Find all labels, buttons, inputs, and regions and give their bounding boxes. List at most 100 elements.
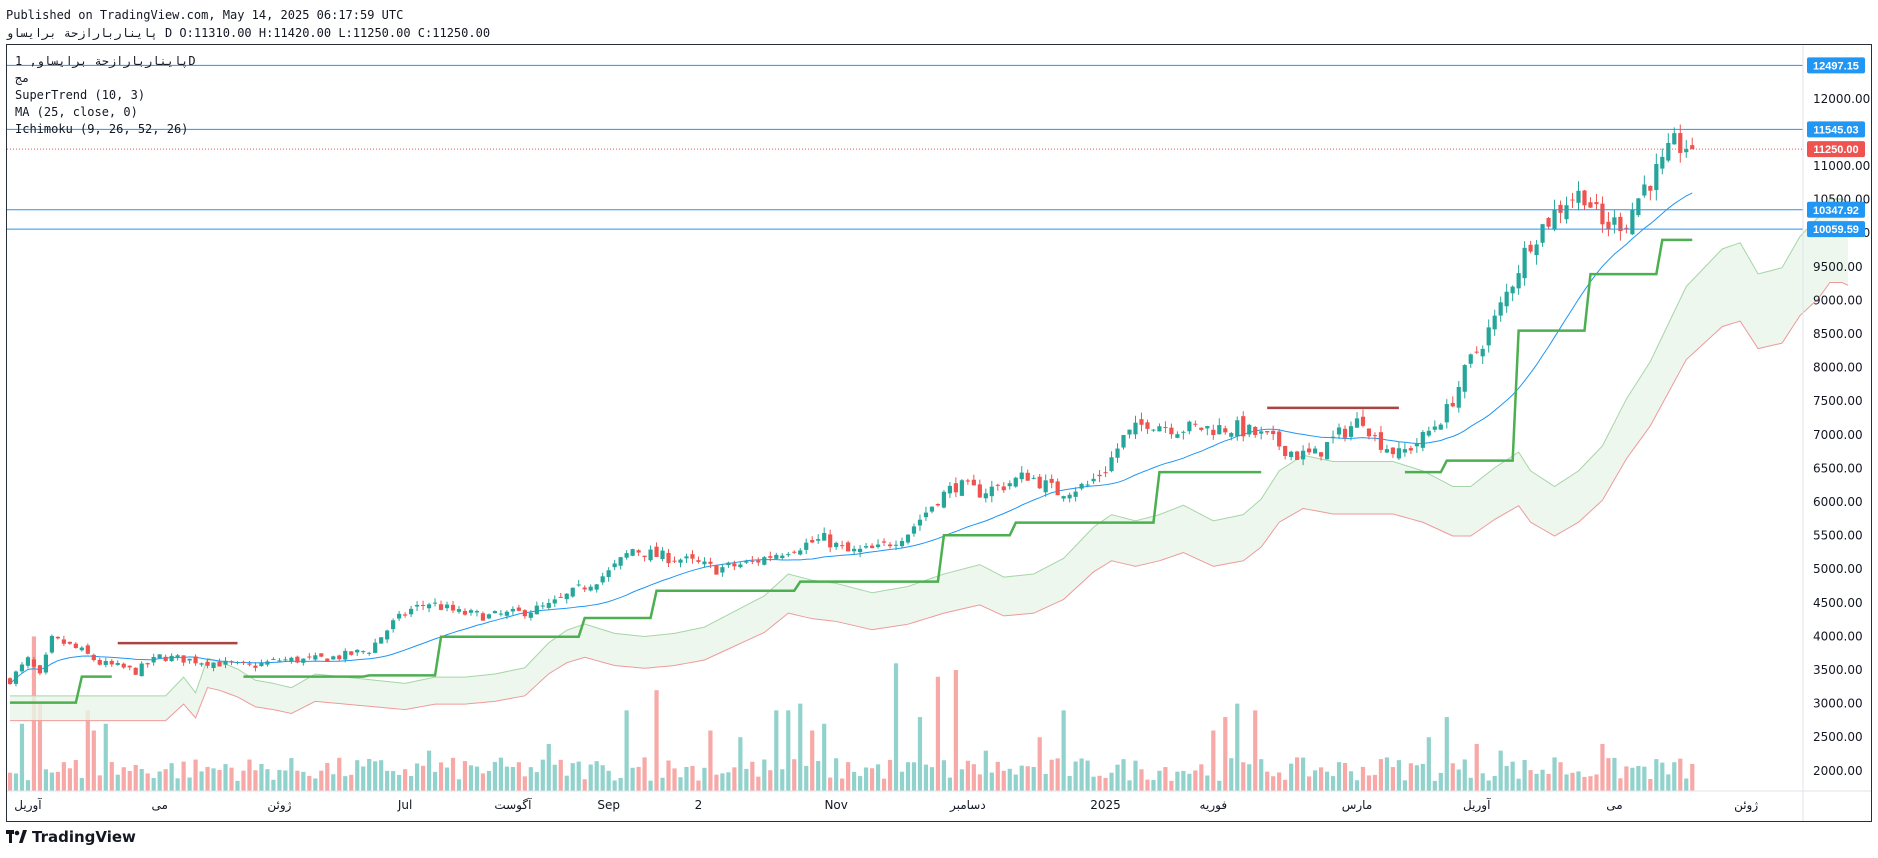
- candle-body: [301, 658, 306, 663]
- volume-bar: [193, 759, 198, 791]
- candle-body: [516, 607, 521, 611]
- volume-bar: [558, 759, 563, 791]
- candle-body: [1295, 451, 1300, 460]
- volume-bar: [995, 761, 1000, 791]
- candle-body: [1426, 430, 1431, 436]
- publish-info: Published on TradingView.com, May 14, 20…: [6, 8, 404, 22]
- volume-bar: [265, 769, 270, 791]
- volume-bar: [163, 769, 168, 791]
- volume-bar: [702, 767, 707, 791]
- volume-bar: [1295, 757, 1300, 791]
- price-tick-label: 9000.00: [1813, 293, 1863, 307]
- volume-bar: [1654, 759, 1659, 791]
- volume-bar: [1666, 774, 1671, 791]
- volume-bar: [875, 764, 881, 791]
- candle-body: [1534, 244, 1539, 256]
- candle-body: [600, 576, 605, 583]
- ichimoku-span-a: [9, 198, 1849, 697]
- candle-body: [420, 604, 426, 606]
- volume-bar: [911, 762, 917, 791]
- candle-body: [426, 604, 432, 609]
- volume-bar: [1175, 771, 1180, 791]
- volume-bar: [804, 765, 809, 791]
- candle-body: [49, 635, 54, 653]
- volume-bar: [546, 743, 551, 791]
- time-tick-label: 2: [695, 798, 703, 812]
- volume-bar: [774, 710, 779, 791]
- candle-body: [79, 647, 84, 651]
- candle-body: [438, 604, 444, 610]
- volume-bar: [1348, 771, 1354, 791]
- time-tick-label: می: [1606, 798, 1622, 812]
- volume-bar: [492, 761, 498, 791]
- candle-body: [534, 605, 539, 615]
- volume-bar: [953, 670, 958, 791]
- candle-body: [618, 557, 623, 566]
- candle-body: [863, 546, 869, 548]
- volume-bar: [1528, 770, 1533, 791]
- candle-body: [1522, 247, 1527, 279]
- volume-bar: [1672, 762, 1677, 791]
- candle-body: [1384, 449, 1390, 453]
- volume-bar: [109, 762, 114, 791]
- legend-indicator-supertrend[interactable]: SuperTrend (10, 3): [15, 87, 196, 104]
- candle-body: [43, 654, 49, 673]
- volume-bar: [1480, 773, 1485, 791]
- volume-bar: [887, 759, 893, 791]
- candle-body: [409, 608, 414, 615]
- candle-body: [654, 546, 659, 557]
- volume-bar: [1019, 765, 1024, 791]
- volume-bar: [1420, 763, 1425, 791]
- volume-bar: [319, 770, 324, 791]
- legend-indicator-ma[interactable]: MA (25, close, 0): [15, 104, 196, 121]
- volume-bar: [714, 774, 719, 791]
- volume-bar: [1121, 759, 1126, 791]
- volume-bar: [1354, 780, 1360, 791]
- candle-body: [313, 655, 318, 660]
- volume-bar: [241, 770, 246, 791]
- candle-body: [1037, 476, 1042, 489]
- candle-body: [995, 484, 1000, 486]
- chart-frame[interactable]: 2000.00 2500.00 3000.00 3500.00 4000.00 4500.…: [6, 44, 1872, 822]
- candle-body: [391, 620, 396, 630]
- volume-bar: [1324, 771, 1330, 791]
- volume-bar: [1193, 770, 1198, 791]
- volume-bar: [869, 768, 875, 791]
- candle-body: [1061, 496, 1066, 499]
- candle-body: [1289, 451, 1294, 458]
- candle-body: [151, 656, 156, 663]
- volume-bar: [678, 777, 683, 791]
- candle-body: [1067, 494, 1072, 499]
- time-tick-label: Sep: [597, 798, 620, 812]
- volume-bar: [1127, 780, 1132, 791]
- hline-price-label: 12497.15: [1813, 60, 1859, 72]
- price-tick-label: 3000.00: [1813, 697, 1863, 711]
- last-price-label: 11250.00: [1813, 144, 1858, 156]
- volume-bar: [756, 776, 761, 791]
- legend-symbol[interactable]: پایناربارازحة برایساو, 1D: [15, 53, 196, 70]
- candle-body: [642, 555, 647, 558]
- volume-bar: [666, 760, 671, 791]
- volume-bar: [199, 771, 204, 791]
- candle-body: [552, 599, 557, 604]
- volume-bar: [1013, 774, 1018, 791]
- candle-body: [630, 549, 635, 556]
- volume-bar: [73, 760, 78, 791]
- candle-body: [1570, 199, 1575, 201]
- candle-body: [1205, 426, 1210, 429]
- price-chart[interactable]: 2000.00 2500.00 3000.00 3500.00 4000.00 4500.…: [7, 45, 1871, 821]
- volume-bar: [1564, 774, 1569, 791]
- candle-body: [444, 604, 450, 609]
- candle-body: [229, 661, 234, 663]
- tradingview-branding[interactable]: TradingView: [6, 828, 136, 846]
- candle-body: [750, 560, 755, 562]
- candle-body: [636, 550, 641, 553]
- candle-body: [678, 559, 683, 563]
- volume-bar: [983, 750, 988, 791]
- candle-body: [546, 602, 551, 608]
- volume-bar: [1001, 770, 1006, 791]
- volume-bar: [684, 766, 689, 791]
- legend-indicator-ichimoku[interactable]: Ichimoku (9, 26, 52, 26): [15, 121, 196, 138]
- candle-body: [1582, 190, 1587, 206]
- time-tick-label: Jul: [397, 798, 412, 812]
